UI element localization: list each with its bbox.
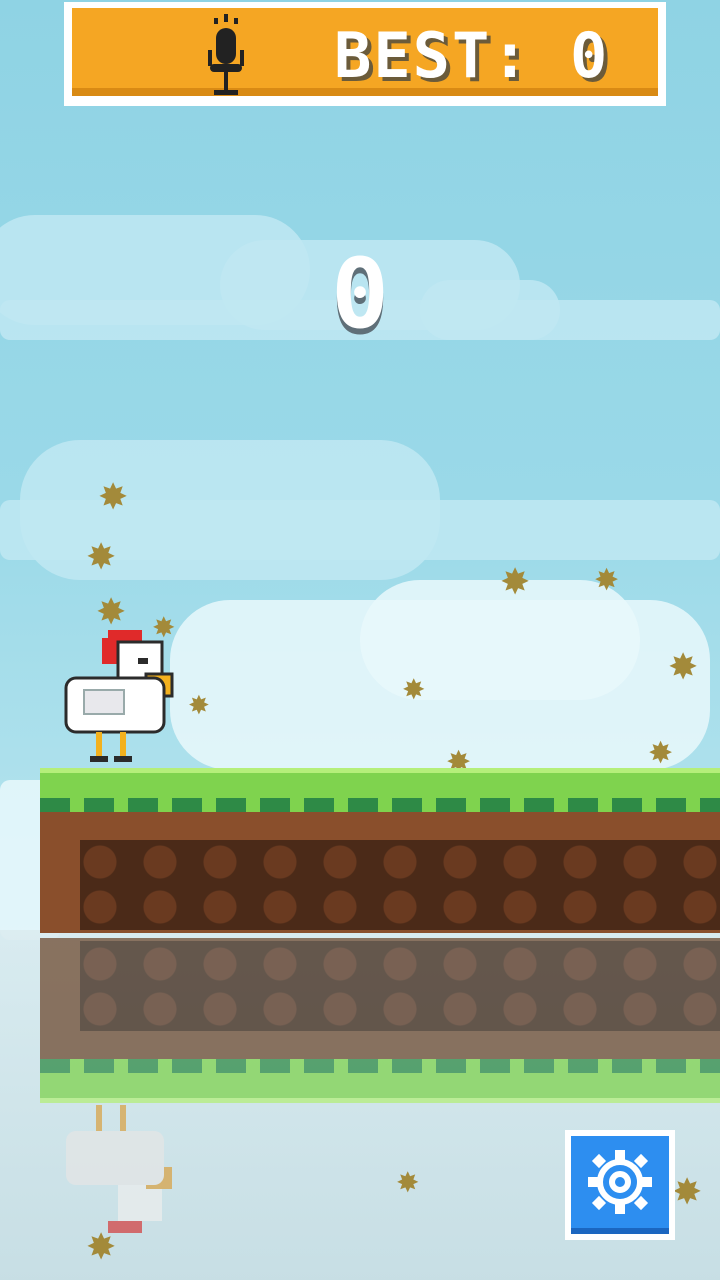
rock-layer-reflection — [80, 941, 720, 1031]
leaf-icon: ✸ — [500, 562, 531, 603]
best-score-label: BEST: 0 — [334, 19, 610, 92]
ground-platform — [40, 768, 720, 933]
settings-button[interactable] — [565, 1130, 675, 1240]
microphone-icon[interactable] — [204, 14, 248, 98]
leaf-icon: ✸ — [668, 647, 699, 688]
grass-edge — [40, 798, 720, 812]
settings-button-face — [571, 1136, 669, 1234]
leaf-icon: ✸ — [396, 1166, 420, 1199]
gear-icon — [588, 1150, 652, 1214]
grass-top — [40, 768, 720, 798]
leaf-icon: ✸ — [86, 537, 117, 578]
leaf-icon: ✸ — [96, 592, 127, 633]
leaf-icon: ✸ — [86, 1227, 117, 1268]
ground-platform-reflection — [40, 933, 720, 1103]
best-score-bar: BEST: 0 — [64, 2, 666, 106]
leaf-icon: ✸ — [188, 691, 210, 721]
leaf-icon: ✸ — [402, 673, 426, 706]
chicken-character — [64, 630, 174, 762]
chicken-reflection — [66, 1105, 172, 1233]
grass-edge-reflection — [40, 1059, 720, 1073]
game-scene[interactable]: ✸ ✸ ✸ ✸ ✸ ✸ ✸ ✸ ✸ ✸ ✸ ✸ ✸ ✸ 0 BEST: 0 — [0, 0, 720, 1280]
rock-layer — [80, 840, 720, 930]
current-score: 0 — [331, 238, 389, 350]
leaf-icon: ✸ — [672, 1172, 703, 1213]
leaf-icon: ✸ — [594, 563, 620, 598]
leaf-icon: ✸ — [98, 477, 129, 518]
leaf-icon: ✸ — [648, 736, 674, 771]
